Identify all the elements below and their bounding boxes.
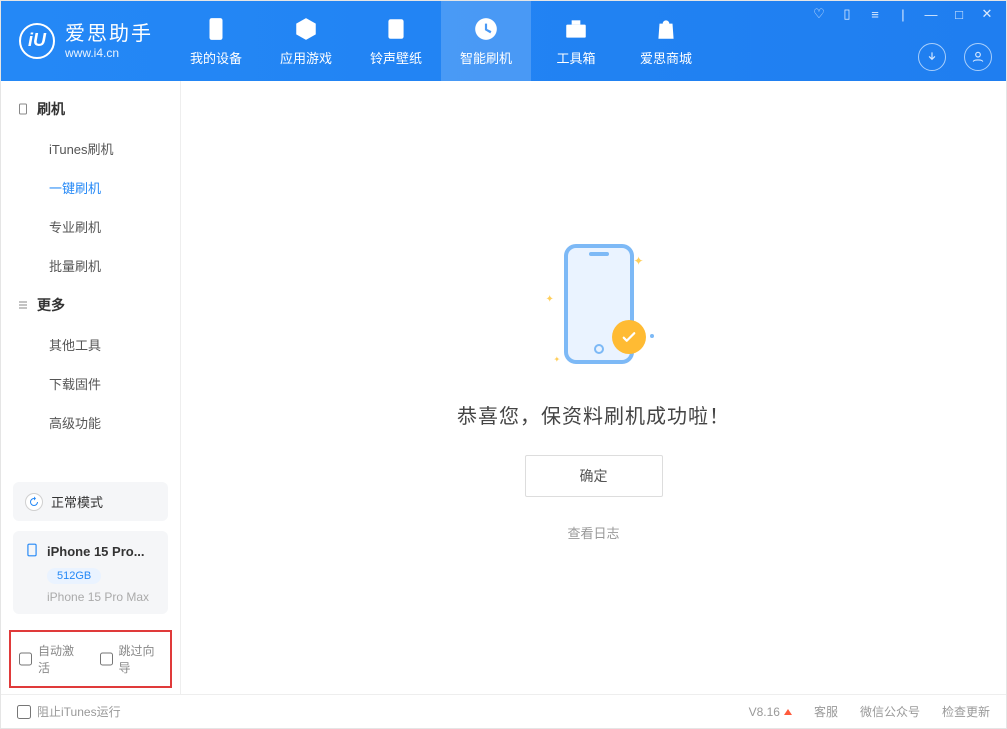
status-bar: 阻止iTunes运行 V8.16 客服 微信公众号 检查更新 <box>1 694 1006 728</box>
ok-button[interactable]: 确定 <box>525 455 663 497</box>
phone-icon <box>203 16 229 42</box>
maximize-button[interactable]: □ <box>950 5 968 23</box>
device-card[interactable]: iPhone 15 Pro... 512GB iPhone 15 Pro Max <box>13 531 168 614</box>
sidebar-item-download-firmware[interactable]: 下载固件 <box>1 364 180 403</box>
support-link[interactable]: 客服 <box>814 703 838 720</box>
auto-activate-input[interactable] <box>19 652 32 666</box>
sidebar: 刷机 iTunes刷机 一键刷机 专业刷机 批量刷机 更多 其他工具 下载固件 … <box>1 81 181 694</box>
sidebar-item-one-click-flash[interactable]: 一键刷机 <box>1 168 180 207</box>
sidebar-item-batch-flash[interactable]: 批量刷机 <box>1 246 180 285</box>
minimize-button[interactable]: — <box>922 5 940 23</box>
block-itunes-label: 阻止iTunes运行 <box>37 703 121 720</box>
bag-icon <box>653 16 679 42</box>
refresh-icon <box>25 493 43 511</box>
list-icon <box>17 299 29 311</box>
sidebar-header-flash: 刷机 <box>1 89 180 129</box>
nav-smart-flash[interactable]: 智能刷机 <box>441 1 531 81</box>
device-name: iPhone 15 Pro... <box>47 544 145 559</box>
nav-my-device[interactable]: 我的设备 <box>171 1 261 81</box>
nav-label: 爱思商城 <box>640 48 692 67</box>
gift-icon[interactable]: ♡ <box>810 5 828 23</box>
mode-label: 正常模式 <box>51 492 103 511</box>
version-badge[interactable]: V8.16 <box>749 705 792 719</box>
skip-wizard-label: 跳过向导 <box>119 642 163 676</box>
auto-activate-checkbox[interactable]: 自动激活 <box>19 642 82 676</box>
logo-icon: iU <box>19 23 55 59</box>
block-itunes-input[interactable] <box>17 705 31 719</box>
view-log-link[interactable]: 查看日志 <box>567 523 619 542</box>
sidebar-item-advanced[interactable]: 高级功能 <box>1 403 180 442</box>
sidebar-header-label: 更多 <box>37 295 65 315</box>
skip-wizard-checkbox[interactable]: 跳过向导 <box>100 642 163 676</box>
nav-label: 智能刷机 <box>460 48 512 67</box>
sparkle-icon: ✦ <box>633 254 643 268</box>
refresh-shield-icon <box>473 16 499 42</box>
sidebar-header-more: 更多 <box>1 285 180 325</box>
divider: | <box>894 5 912 23</box>
phone-icon <box>25 541 39 562</box>
sidebar-item-pro-flash[interactable]: 专业刷机 <box>1 207 180 246</box>
nav-apps-games[interactable]: 应用游戏 <box>261 1 351 81</box>
nav-label: 我的设备 <box>190 48 242 67</box>
device-model: iPhone 15 Pro Max <box>47 590 156 604</box>
sparkle-icon: ✦ <box>546 294 554 305</box>
options-highlight: 自动激活 跳过向导 <box>9 630 172 688</box>
nav-label: 应用游戏 <box>280 48 332 67</box>
auto-activate-label: 自动激活 <box>38 642 82 676</box>
user-button[interactable] <box>964 43 992 71</box>
nav-toolbox[interactable]: 工具箱 <box>531 1 621 81</box>
cube-icon <box>293 16 319 42</box>
mobile-icon[interactable]: ▯ <box>838 5 856 23</box>
app-header: iU 爱思助手 www.i4.cn 我的设备 应用游戏 铃声壁纸 智能刷机 <box>1 1 1006 81</box>
music-icon <box>383 16 409 42</box>
main-nav: 我的设备 应用游戏 铃声壁纸 智能刷机 工具箱 爱思商城 <box>171 1 711 81</box>
check-badge-icon <box>612 320 646 354</box>
toolbox-icon <box>563 16 589 42</box>
mode-indicator[interactable]: 正常模式 <box>13 482 168 521</box>
sidebar-item-other-tools[interactable]: 其他工具 <box>1 325 180 364</box>
storage-badge: 512GB <box>47 568 101 584</box>
sidebar-header-label: 刷机 <box>37 99 65 119</box>
sidebar-item-itunes-flash[interactable]: iTunes刷机 <box>1 129 180 168</box>
check-update-link[interactable]: 检查更新 <box>942 703 990 720</box>
download-button[interactable] <box>918 43 946 71</box>
app-title: 爱思助手 <box>65 22 153 46</box>
skip-wizard-input[interactable] <box>100 652 113 666</box>
nav-store[interactable]: 爱思商城 <box>621 1 711 81</box>
nav-label: 铃声壁纸 <box>370 48 422 67</box>
update-indicator-icon <box>784 709 792 715</box>
wechat-link[interactable]: 微信公众号 <box>860 703 920 720</box>
block-itunes-checkbox[interactable]: 阻止iTunes运行 <box>17 703 121 720</box>
main-content: ✦ ✦ ✦ 恭喜您，保资料刷机成功啦！ 确定 查看日志 <box>181 81 1006 694</box>
nav-label: 工具箱 <box>556 48 595 67</box>
success-message: 恭喜您，保资料刷机成功啦！ <box>457 400 730 429</box>
app-url: www.i4.cn <box>65 46 153 60</box>
success-illustration: ✦ ✦ ✦ <box>524 234 664 374</box>
menu-icon[interactable]: ≡ <box>866 5 884 23</box>
device-icon <box>17 103 29 115</box>
close-button[interactable]: ✕ <box>978 5 996 23</box>
nav-ringtones[interactable]: 铃声壁纸 <box>351 1 441 81</box>
sparkle-icon: ✦ <box>554 355 561 364</box>
version-text: V8.16 <box>749 705 780 719</box>
app-logo: iU 爱思助手 www.i4.cn <box>1 22 171 60</box>
